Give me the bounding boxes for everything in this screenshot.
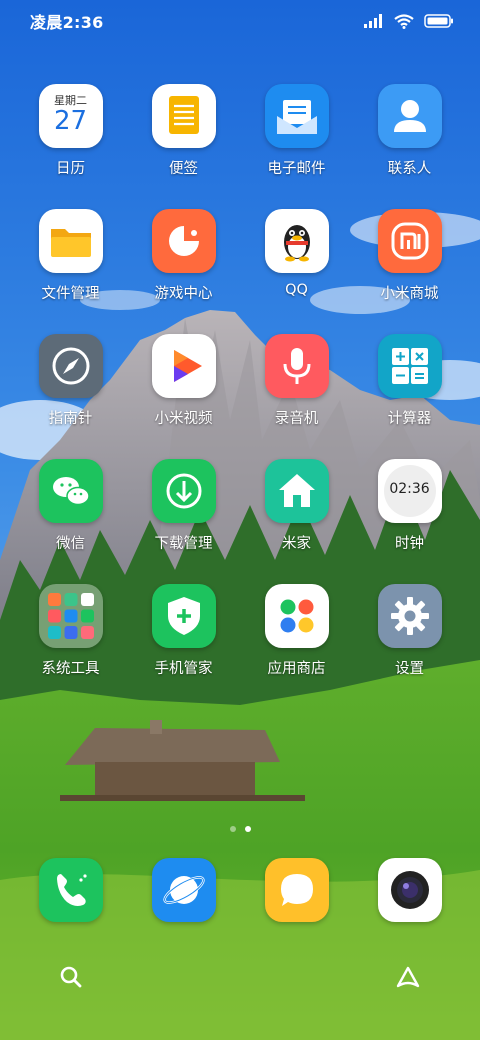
app-label: 日历 xyxy=(56,161,85,177)
app-label: 文件管理 xyxy=(41,286,100,302)
app-downloads[interactable]: 下载管理 xyxy=(127,459,240,584)
status-time: 凌晨2:36 xyxy=(30,13,104,32)
app-label: 小米商城 xyxy=(380,286,439,302)
dock-phone[interactable] xyxy=(14,858,127,922)
folder-group-icon xyxy=(38,584,103,648)
app-label: 米家 xyxy=(282,536,311,552)
app-label: 游戏中心 xyxy=(154,286,213,302)
app-store-icon xyxy=(264,584,329,648)
app-qq[interactable]: QQ xyxy=(240,209,353,334)
app-game-center[interactable]: 游戏中心 xyxy=(127,209,240,334)
app-security[interactable]: 手机管家 xyxy=(127,584,240,709)
app-notes[interactable]: 便签 xyxy=(127,84,240,209)
app-label: 联系人 xyxy=(387,161,432,177)
app-wechat[interactable]: 微信 xyxy=(14,459,127,584)
app-compass[interactable]: 指南针 xyxy=(14,334,127,459)
status-bar: 凌晨2:36 xyxy=(0,0,480,42)
dock-messages[interactable] xyxy=(240,858,353,922)
game-center-icon xyxy=(151,209,216,273)
camera-icon xyxy=(377,858,442,922)
shield-icon xyxy=(151,584,216,648)
app-settings[interactable]: 设置 xyxy=(353,584,466,709)
app-clock[interactable]: 02:36 时钟 xyxy=(353,459,466,584)
dock-camera[interactable] xyxy=(353,858,466,922)
calendar-icon: 星期二 27 xyxy=(38,84,103,148)
app-store[interactable]: 应用商店 xyxy=(240,584,353,709)
contacts-icon xyxy=(377,84,442,148)
app-mi-store[interactable]: 小米商城 xyxy=(353,209,466,334)
app-calendar[interactable]: 星期二 27 日历 xyxy=(14,84,127,209)
app-label: 时钟 xyxy=(395,536,424,552)
page-dot-active[interactable] xyxy=(244,826,251,832)
mi-store-icon xyxy=(377,209,442,273)
app-label: 指南针 xyxy=(48,411,93,427)
email-icon xyxy=(264,84,329,148)
app-label: 手机管家 xyxy=(154,661,213,677)
microphone-icon xyxy=(264,334,329,398)
app-label: 计算器 xyxy=(387,411,432,427)
wifi-icon xyxy=(394,13,414,29)
dock-browser[interactable] xyxy=(127,858,240,922)
folder-system-tools[interactable]: 系统工具 xyxy=(14,584,127,709)
calendar-day: 27 xyxy=(53,106,88,136)
folder-icon xyxy=(38,209,103,273)
app-label: 设置 xyxy=(395,661,424,677)
bottom-bar xyxy=(0,960,480,1000)
app-label: 应用商店 xyxy=(267,661,326,677)
video-play-icon xyxy=(151,334,216,398)
app-label: 录音机 xyxy=(274,411,319,427)
clock-icon: 02:36 xyxy=(377,459,442,523)
app-label: 便签 xyxy=(169,161,198,177)
app-files[interactable]: 文件管理 xyxy=(14,209,127,334)
browser-icon xyxy=(151,858,216,922)
wechat-icon xyxy=(38,459,103,523)
app-label: 下载管理 xyxy=(154,536,213,552)
app-mijia[interactable]: 米家 xyxy=(240,459,353,584)
app-contacts[interactable]: 联系人 xyxy=(353,84,466,209)
notes-icon xyxy=(151,84,216,148)
app-grid: 星期二 27 日历 便签 电子邮件 联系人 文件管理 游戏中心 QQ 小米商城 … xyxy=(14,84,466,709)
clock-time: 02:36 xyxy=(389,481,430,497)
app-label: 微信 xyxy=(56,536,85,552)
home-icon xyxy=(264,459,329,523)
page-indicator xyxy=(0,826,480,832)
app-recorder[interactable]: 录音机 xyxy=(240,334,353,459)
app-label: QQ xyxy=(285,282,308,298)
search-icon[interactable] xyxy=(58,964,84,990)
app-label: 小米视频 xyxy=(154,411,213,427)
status-icons xyxy=(364,13,454,29)
app-label: 电子邮件 xyxy=(267,161,326,177)
calculator-icon xyxy=(377,334,442,398)
app-email[interactable]: 电子邮件 xyxy=(240,84,353,209)
signal-icon xyxy=(364,14,382,28)
app-label: 系统工具 xyxy=(41,661,100,677)
dock xyxy=(14,858,466,922)
qq-penguin-icon xyxy=(264,209,329,273)
app-mi-video[interactable]: 小米视频 xyxy=(127,334,240,459)
compass-icon xyxy=(38,334,103,398)
gear-icon xyxy=(377,584,442,648)
app-vault-icon[interactable] xyxy=(394,964,422,990)
messages-icon xyxy=(264,858,329,922)
phone-icon xyxy=(38,858,103,922)
page-dot[interactable] xyxy=(229,826,236,832)
app-calculator[interactable]: 计算器 xyxy=(353,334,466,459)
battery-icon xyxy=(424,14,453,28)
download-icon xyxy=(151,459,216,523)
